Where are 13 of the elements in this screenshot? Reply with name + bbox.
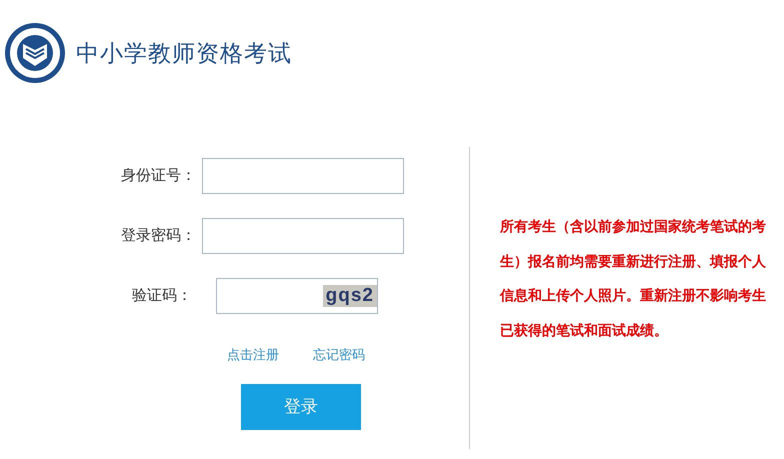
logo-icon <box>4 22 66 84</box>
captcha-image: gqs2 <box>322 285 377 307</box>
input-field[interactable] <box>202 218 404 254</box>
notice-text: 所有考生（含以前参加过国家统考笔试的考生）报名前均需要重新进行注册、填报个人信息和上传个人照片。重新注册不影响考生已获得的笔试和面试成绩。 <box>500 217 767 340</box>
site-title: 中小学教师资格考试 <box>76 38 292 68</box>
text-link[interactable]: 忘记密码 <box>313 345 365 364</box>
field-label: 验证码： <box>131 286 193 306</box>
input-field[interactable] <box>202 158 404 194</box>
field-label: 身份证号： <box>120 166 197 186</box>
field-label: 登录密码： <box>120 226 197 246</box>
text-link[interactable]: 点击注册 <box>227 345 279 364</box>
captcha-field[interactable]: gqs2 <box>216 278 378 314</box>
login-button[interactable]: 登录 <box>241 384 361 430</box>
